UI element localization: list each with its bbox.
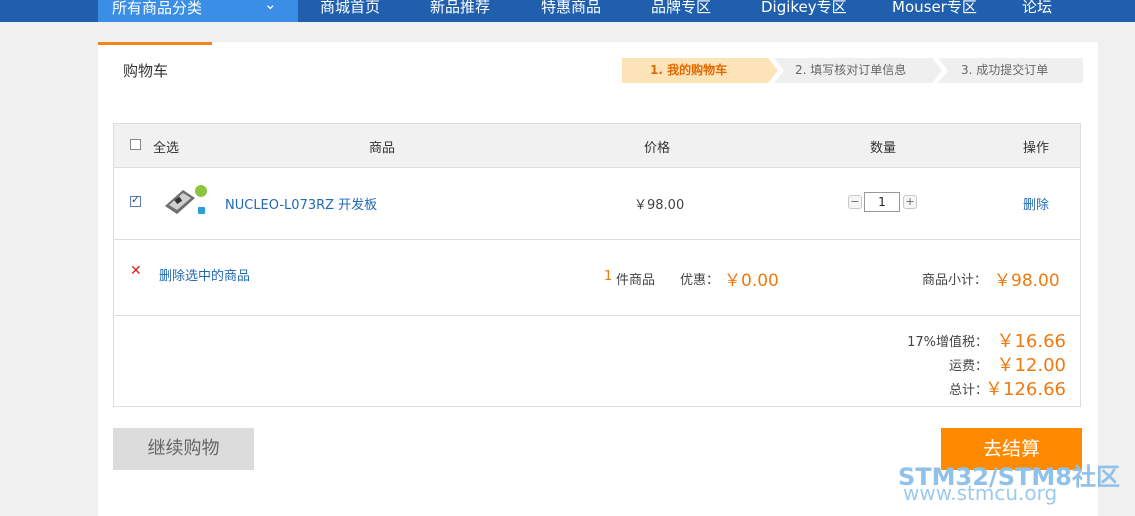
discount-value: ￥0.00 [724,271,779,291]
chevron-down-icon: ⌄ [264,0,277,13]
item-count: 1 [604,269,613,284]
header-product: 商品 [369,141,396,156]
tax-value: ￥16.66 [996,331,1066,352]
subtotal-label: 商品小计： [922,273,988,288]
increment-button[interactable]: + [903,195,917,209]
total-label: 总计： [948,383,988,398]
close-icon[interactable]: ✕ [130,263,142,279]
step-2-label: 2. 填写核对订单信息 [795,63,907,77]
delete-item-link[interactable]: 删除 [1023,194,1049,213]
step-2: 2. 填写核对订单信息 [795,58,906,83]
nav-item-new[interactable]: 新品推荐 [430,0,490,17]
header-select-all: 全选 [153,141,180,156]
product-name-link[interactable]: NUCLEO-L073RZ 开发板 [225,194,377,213]
table-header: 全选 商品 价格 数量 操作 [114,124,1080,168]
discount-label: 优惠： [680,273,720,288]
quantity-stepper: − 1 + [846,192,920,212]
watermark-url: www.stmcu.org [903,481,1058,505]
total-value: ￥126.66 [985,379,1066,400]
delete-selected-link[interactable]: 删除选中的商品 [159,265,250,284]
category-menu[interactable]: 所有商品分类 ⌄ [98,0,298,22]
tab-indicator [98,42,212,45]
tax-label: 17%增值税： [907,335,988,350]
nav-item-home[interactable]: 商城首页 [320,0,380,17]
nav-item-mouser[interactable]: Mouser专区 [892,0,977,17]
nav-item-special[interactable]: 特惠商品 [541,0,601,17]
header-quantity: 数量 [870,141,897,156]
item-count-suffix: 件商品 [616,273,656,288]
table-row: NUCLEO-L073RZ 开发板 ￥98.00 − 1 + 删除 [114,167,1080,240]
product-thumbnail[interactable] [161,184,209,218]
top-nav: 所有商品分类 ⌄ 商城首页 新品推荐 特惠商品 品牌专区 Digikey专区 M… [0,0,1135,22]
nav-item-brand[interactable]: 品牌专区 [651,0,711,17]
quantity-input[interactable]: 1 [864,192,900,212]
category-label: 所有商品分类 [112,0,203,17]
decrement-button[interactable]: − [848,195,862,209]
select-all-checkbox[interactable] [130,139,141,150]
step-1-label: 1. 我的购物车 [650,63,728,77]
item-checkbox[interactable] [130,193,141,207]
subtotal-value: ￥98.00 [994,271,1060,291]
step-3-label: 3. 成功提交订单 [961,63,1049,77]
nav-item-digikey[interactable]: Digikey专区 [761,0,847,17]
header-price: 价格 [644,141,671,156]
continue-shopping-button[interactable]: 继续购物 [113,428,254,470]
totals-block: 17%增值税： ￥16.66 运费： ￥12.00 总计： ￥126.66 [114,315,1080,406]
cart-table: 全选 商品 价格 数量 操作 NUCLEO-L073RZ 开发板 ￥98.00 … [113,123,1081,407]
page-title: 购物车 [123,62,169,80]
step-1: 1. 我的购物车 [650,58,727,83]
nav-item-forum[interactable]: 论坛 [1022,0,1052,17]
product-price: ￥98.00 [634,198,685,213]
summary-row: ✕ 删除选中的商品 1 件商品 优惠： ￥0.00 商品小计： ￥98.00 [114,239,1080,316]
header-action: 操作 [1023,141,1050,156]
shipping-label: 运费： [948,359,988,374]
step-3: 3. 成功提交订单 [961,58,1048,83]
shipping-value: ￥12.00 [996,355,1066,376]
